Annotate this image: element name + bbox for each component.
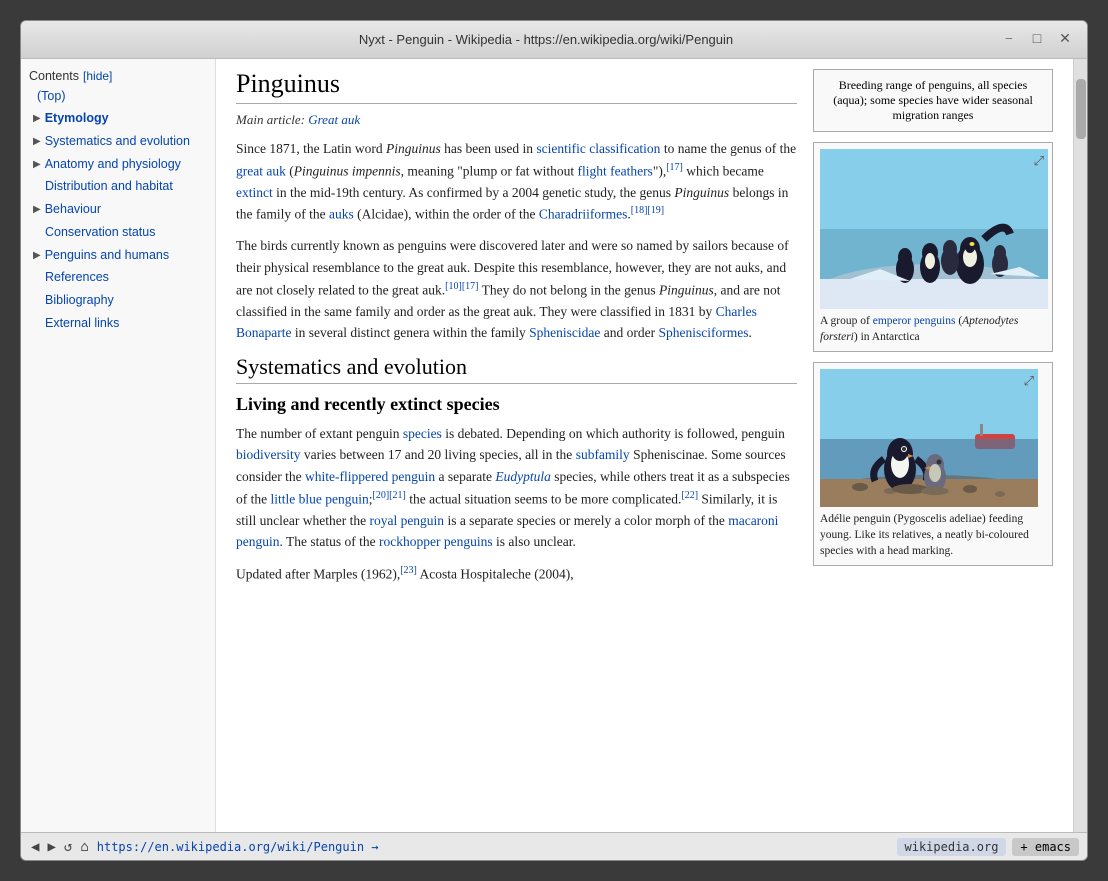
adelie-penguin-caption: Adélie penguin (Pygoscelis adeliae) feed…	[820, 511, 1046, 559]
extinct-link[interactable]: extinct	[236, 185, 273, 200]
ref-22: [22]	[681, 490, 698, 501]
hide-toc-link[interactable]: [hide]	[83, 69, 112, 83]
section-heading-pinguinus: Pinguinus	[236, 69, 797, 104]
sphenisciformes-link[interactable]: Sphenisciformes	[659, 325, 749, 340]
sidebar-item-label: Penguins and humans	[45, 246, 169, 265]
subfamily-link[interactable]: subfamily	[576, 447, 630, 462]
emperor-penguin-image-box: ⤢ A group of emperor penguins (Aptenodyt…	[813, 142, 1053, 352]
maximize-button[interactable]: □	[1027, 30, 1047, 50]
emperor-penguin-caption: A group of emperor penguins (Aptenodytes…	[820, 313, 1046, 345]
living-species-heading: Living and recently extinct species	[236, 394, 797, 415]
arrow-icon: ▶	[33, 202, 41, 217]
macaroni-link[interactable]: macaroni penguin	[236, 513, 778, 550]
great-auk-link[interactable]: Great auk	[308, 112, 360, 127]
scrollbar-thumb[interactable]	[1076, 79, 1086, 139]
ref-20-21: [20][21]	[373, 490, 406, 501]
scrollbar[interactable]	[1073, 59, 1087, 832]
sidebar-item-behaviour[interactable]: ▶ Behaviour	[29, 198, 207, 221]
flight-feathers-link[interactable]: flight feathers	[577, 163, 652, 178]
sidebar-toc: Contents [hide] (Top) ▶ Etymology ▶ Syst…	[21, 59, 216, 832]
nav-home-btn[interactable]: ⌂	[78, 839, 90, 855]
ref-10-17: [10][17]	[445, 281, 478, 292]
charadriiformes-link[interactable]: Charadriiformes	[539, 207, 627, 222]
paragraph-2: The birds currently known as penguins we…	[236, 235, 797, 343]
adelie-penguin-image: ⤢	[820, 369, 1038, 507]
rockhopper-link[interactable]: rockhopper penguins	[379, 534, 493, 549]
sidebar-item-label: Behaviour	[45, 200, 101, 219]
scientific-classification-link[interactable]: scientific classification	[536, 141, 660, 156]
sidebar-item-references[interactable]: References	[29, 266, 207, 289]
emperor-penguin-image: ⤢	[820, 149, 1048, 309]
paragraph-4: Updated after Marples (1962),[23] Acosta…	[236, 563, 797, 585]
royal-penguin-link[interactable]: royal penguin	[369, 513, 444, 528]
expand-icon-2[interactable]: ⤢	[1024, 373, 1034, 389]
infobox-text: Breeding range of penguins, all species …	[833, 78, 1033, 122]
sidebar-item-label: Anatomy and physiology	[45, 155, 181, 174]
arrow-icon: ▶	[33, 134, 41, 149]
window-controls: − □ ✕	[999, 30, 1075, 50]
sidebar-item-conservation[interactable]: Conservation status	[29, 221, 207, 244]
sidebar-item-label: Systematics and evolution	[45, 132, 190, 151]
ref-18-19: [18][19]	[631, 205, 664, 216]
paragraph-1: Since 1871, the Latin word Pinguinus has…	[236, 138, 797, 225]
url-display[interactable]: https://en.wikipedia.org/wiki/Penguin →	[97, 840, 891, 854]
spheniscidae-link[interactable]: Spheniscidae	[529, 325, 600, 340]
expand-icon[interactable]: ⤢	[1034, 153, 1044, 169]
contents-label: Contents	[29, 69, 79, 83]
right-column: Breeding range of penguins, all species …	[813, 69, 1053, 595]
sidebar-item-label: Etymology	[45, 109, 109, 128]
sidebar-item-top[interactable]: (Top)	[37, 89, 207, 103]
auks-link[interactable]: auks	[329, 207, 354, 222]
sidebar-item-systematics[interactable]: ▶ Systematics and evolution	[29, 130, 207, 153]
minimize-button[interactable]: −	[999, 30, 1019, 50]
adelie-penguin-image-box: ⤢ Adélie penguin (Pygoscelis adeliae) fe…	[813, 362, 1053, 566]
titlebar: Nyxt - Penguin - Wikipedia - https://en.…	[21, 21, 1087, 59]
ref-23: [23]	[400, 565, 417, 576]
species-link[interactable]: species	[403, 426, 442, 441]
nav-next-btn[interactable]: ▶	[45, 839, 57, 855]
ref-17: [17]	[666, 162, 683, 173]
sidebar-item-anatomy[interactable]: ▶ Anatomy and physiology	[29, 153, 207, 176]
main-content: Pinguinus Main article: Great auk Since …	[216, 59, 1073, 832]
arrow-icon: ▶	[33, 248, 41, 263]
window-title: Nyxt - Penguin - Wikipedia - https://en.…	[359, 32, 733, 47]
main-article-line: Main article: Great auk	[236, 112, 797, 128]
close-button[interactable]: ✕	[1055, 30, 1075, 50]
arrow-icon: ▶	[33, 157, 41, 172]
arrow-icon: ▶	[33, 111, 41, 126]
range-infobox: Breeding range of penguins, all species …	[813, 69, 1053, 132]
sidebar-item-bibliography[interactable]: Bibliography	[29, 289, 207, 312]
emacs-button[interactable]: + emacs	[1012, 838, 1079, 856]
main-article-prefix: Main article:	[236, 112, 305, 127]
nav-reload-btn[interactable]: ↺	[62, 839, 74, 855]
systematics-heading: Systematics and evolution	[236, 354, 797, 384]
sidebar-item-distribution[interactable]: Distribution and habitat	[29, 175, 207, 198]
sidebar-item-etymology[interactable]: ▶ Etymology	[29, 107, 207, 130]
little-blue-link[interactable]: little blue penguin	[271, 491, 369, 506]
sidebar-item-humans[interactable]: ▶ Penguins and humans	[29, 244, 207, 267]
nav-controls: ◀ ▶ ↺ ⌂	[29, 839, 91, 855]
statusbar: ◀ ▶ ↺ ⌂ https://en.wikipedia.org/wiki/Pe…	[21, 832, 1087, 860]
white-flippered-link[interactable]: white-flippered penguin	[305, 469, 435, 484]
great-auk-link2[interactable]: great auk	[236, 163, 286, 178]
paragraph-3: The number of extant penguin species is …	[236, 423, 797, 553]
domain-badge: wikipedia.org	[897, 838, 1007, 856]
eudyptula-link[interactable]: Eudyptula	[495, 469, 551, 484]
emperor-penguins-link[interactable]: emperor penguins	[873, 315, 956, 327]
biodiversity-link[interactable]: biodiversity	[236, 447, 301, 462]
nav-prev-btn[interactable]: ◀	[29, 839, 41, 855]
sidebar-item-external[interactable]: External links	[29, 312, 207, 335]
